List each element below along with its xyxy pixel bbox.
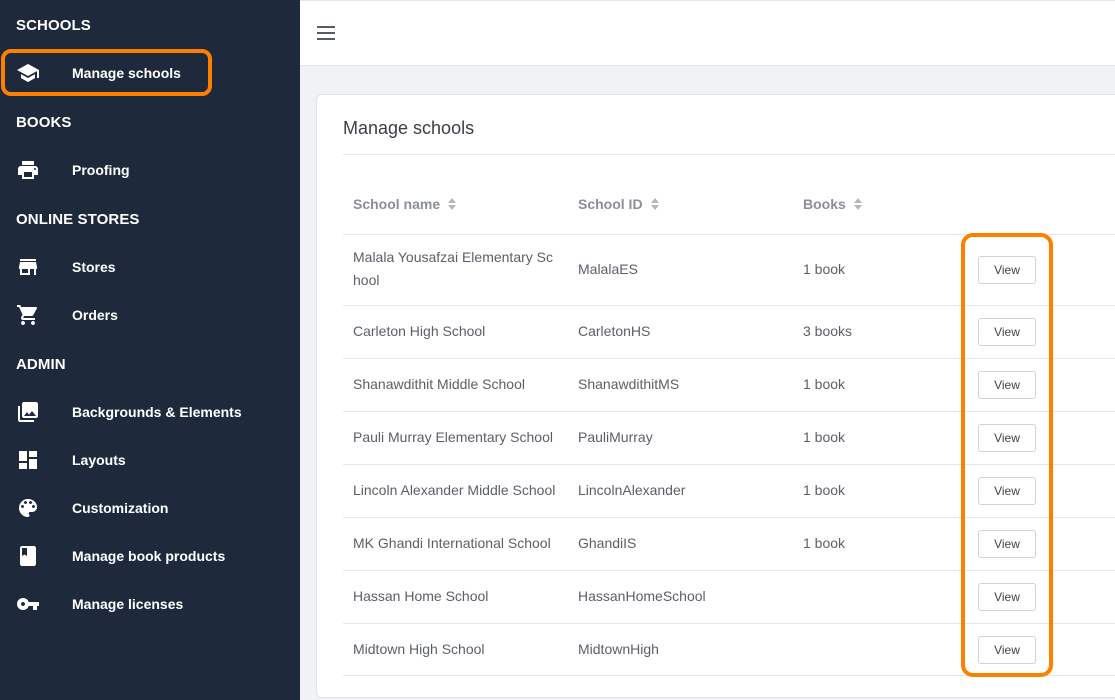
school-id-cell: GhandiIS: [578, 535, 637, 551]
sidebar-item-label: Customization: [72, 500, 169, 516]
sidebar-item-orders[interactable]: Orders: [0, 295, 300, 335]
school-name-cell: Malala Yousafzai Elementary Sc hool: [353, 249, 553, 288]
column-header-school-id[interactable]: School ID: [578, 196, 659, 212]
sidebar-item-customization[interactable]: Customization: [0, 488, 300, 528]
school-name-cell: Pauli Murray Elementary School: [353, 429, 553, 445]
books-cell: 1 book: [803, 429, 846, 445]
school-name-cell: Carleton High School: [353, 323, 486, 339]
dashboard-icon: [15, 447, 41, 473]
sort-icon: [853, 198, 862, 210]
sort-icon: [448, 198, 457, 210]
school-id-cell: ShanawdithitMS: [578, 376, 680, 392]
books-cell: 1 book: [803, 535, 846, 551]
column-header-label: School name: [353, 196, 441, 212]
sidebar-item-backgrounds-elements[interactable]: Backgrounds & Elements: [0, 392, 300, 432]
section-title-schools: SCHOOLS: [16, 17, 91, 34]
sidebar-item-label: Proofing: [72, 162, 130, 178]
section-title-books: BOOKS: [16, 114, 72, 131]
sidebar-item-label: Manage book products: [72, 548, 226, 564]
section-title-online-stores: ONLINE STORES: [16, 211, 140, 228]
sort-icon: [650, 198, 659, 210]
book-icon: [15, 543, 41, 569]
printer-icon: [15, 157, 41, 183]
column-header-label: Books: [803, 196, 846, 212]
column-header-books[interactable]: Books: [803, 196, 862, 212]
school-id-cell: HassanHomeSchool: [578, 588, 706, 604]
column-header-school-name[interactable]: School name: [353, 196, 457, 212]
sidebar-item-manage-book-products[interactable]: Manage book products: [0, 536, 300, 576]
highlight-annotation: [961, 233, 1053, 677]
highlight-annotation: [1, 49, 212, 96]
page-title: Manage schools: [343, 118, 475, 138]
school-name-cell: Lincoln Alexander Middle School: [353, 482, 556, 498]
sidebar-item-label: Orders: [72, 307, 118, 323]
sidebar-item-label: Backgrounds & Elements: [72, 404, 242, 420]
divider: [343, 154, 1115, 155]
photo-library-icon: [15, 399, 41, 425]
column-header-label: School ID: [578, 196, 643, 212]
sidebar-item-layouts[interactable]: Layouts: [0, 440, 300, 480]
key-icon: [15, 591, 41, 617]
sidebar: SCHOOLS Manage schools BOOKS Proofing ON…: [0, 0, 300, 700]
school-id-cell: PauliMurray: [578, 429, 653, 445]
books-cell: 3 books: [803, 323, 853, 339]
school-name-cell: Hassan Home School: [353, 588, 489, 604]
school-id-cell: CarletonHS: [578, 323, 651, 339]
palette-icon: [15, 495, 41, 521]
section-title-admin: ADMIN: [16, 356, 66, 373]
school-id-cell: MalalaES: [578, 261, 638, 277]
sidebar-item-label: Manage licenses: [72, 596, 184, 612]
sidebar-item-manage-licenses[interactable]: Manage licenses: [0, 584, 300, 624]
sidebar-item-label: Layouts: [72, 452, 126, 468]
cart-icon: [15, 302, 41, 328]
sidebar-item-proofing[interactable]: Proofing: [0, 150, 300, 190]
books-cell: 1 book: [803, 261, 846, 277]
menu-icon[interactable]: [317, 26, 335, 40]
store-icon: [15, 254, 41, 280]
books-cell: 1 book: [803, 482, 846, 498]
books-cell: 1 book: [803, 376, 846, 392]
school-name-cell: MK Ghandi International School: [353, 535, 551, 551]
school-id-cell: MidtownHigh: [578, 641, 659, 657]
school-name-cell: Midtown High School: [353, 641, 485, 657]
topbar: [300, 0, 1115, 66]
sidebar-item-stores[interactable]: Stores: [0, 247, 300, 287]
school-id-cell: LincolnAlexander: [578, 482, 686, 498]
sidebar-item-label: Stores: [72, 259, 116, 275]
school-name-cell: Shanawdithit Middle School: [353, 376, 525, 392]
